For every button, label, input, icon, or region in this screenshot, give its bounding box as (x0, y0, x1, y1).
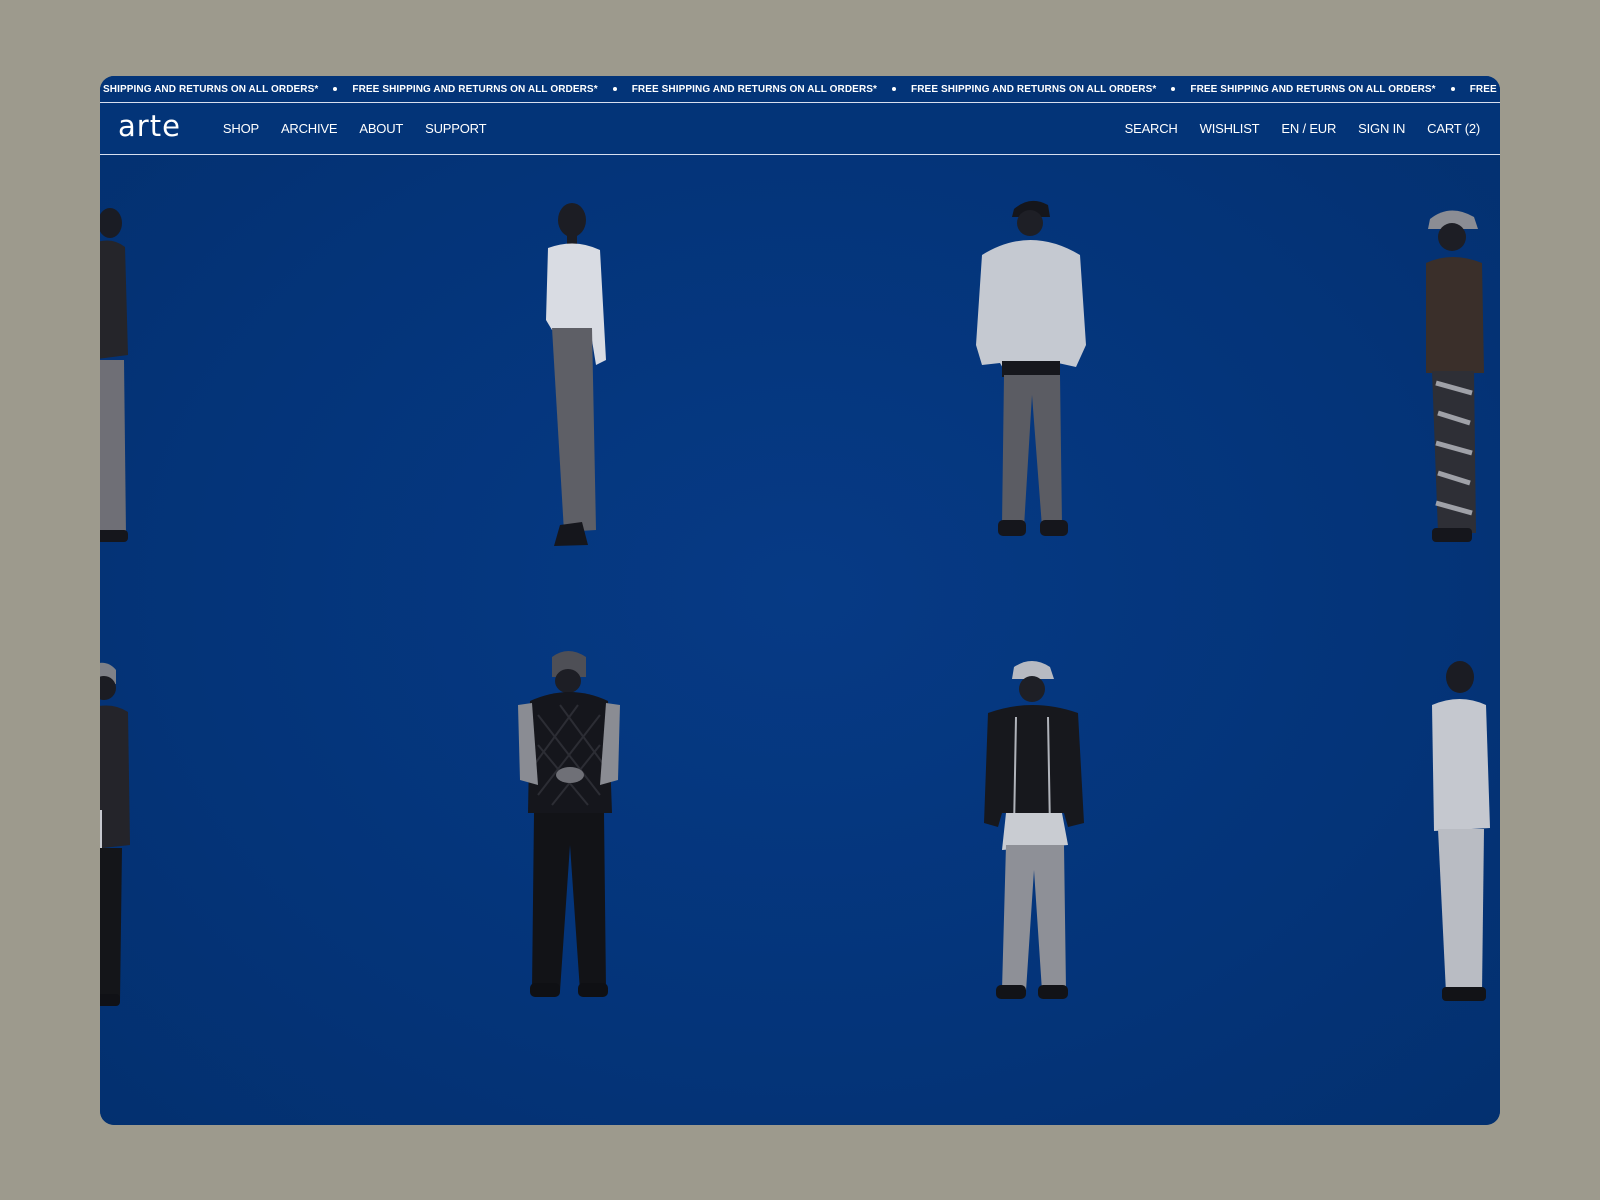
ticker-track: SHIPPING AND RETURNS ON ALL ORDERS* FREE… (103, 84, 1500, 95)
logo[interactable]: arte (118, 112, 181, 141)
nav-left-group: arte SHOP ARCHIVE ABOUT SUPPORT (118, 112, 508, 143)
ticker-item: SHIPPING AND RETURNS ON ALL ORDERS* (103, 83, 319, 95)
sign-in-link[interactable]: SIGN IN (1358, 121, 1405, 136)
model-figure-left-edge-bottom (100, 660, 150, 1020)
ticker-item: FREE SHIPPING AND RETURNS ON (1469, 83, 1500, 95)
nav-shop-link[interactable]: SHOP (223, 121, 259, 136)
ticker-separator (612, 87, 617, 91)
ticker-separator (1450, 87, 1455, 91)
model-figure-left-edge-top (100, 205, 150, 565)
cart-link[interactable]: CART (2) (1427, 121, 1480, 136)
ticker-separator (892, 87, 897, 91)
announcement-ticker: SHIPPING AND RETURNS ON ALL ORDERS* FREE… (100, 76, 1500, 103)
wishlist-link[interactable]: WISHLIST (1200, 121, 1260, 136)
model-figure-white-jacket (530, 200, 620, 565)
ticker-separator (1171, 87, 1176, 91)
ticker-item: FREE SHIPPING AND RETURNS ON ALL ORDERS* (911, 83, 1157, 95)
nav-archive-link[interactable]: ARCHIVE (281, 121, 338, 136)
ticker-item: FREE SHIPPING AND RETURNS ON ALL ORDERS* (631, 83, 878, 95)
ticker-separator (333, 87, 338, 91)
ticker-item: FREE SHIPPING AND RETURNS ON ALL ORDERS* (1190, 83, 1436, 95)
ticker-item: FREE SHIPPING AND RETURNS ON ALL ORDERS* (352, 83, 598, 95)
main-navigation: arte SHOP ARCHIVE ABOUT SUPPORT SEARCH W… (100, 103, 1500, 155)
model-figure-puffer-jacket (968, 195, 1098, 565)
model-figure-black-jacket (976, 655, 1094, 1025)
model-figure-right-edge-top (1422, 203, 1500, 558)
nav-about-link[interactable]: ABOUT (359, 121, 403, 136)
search-link[interactable]: SEARCH (1125, 121, 1178, 136)
hero-video-grid (100, 155, 1500, 1125)
language-currency-selector[interactable]: EN / EUR (1281, 121, 1336, 136)
model-figure-quilted-vest (508, 645, 638, 1020)
nav-right-group: SEARCH WISHLIST EN / EUR SIGN IN CART (2… (1103, 121, 1481, 136)
nav-support-link[interactable]: SUPPORT (425, 121, 486, 136)
browser-frame: SHIPPING AND RETURNS ON ALL ORDERS* FREE… (100, 76, 1500, 1125)
model-figure-right-edge-bottom (1420, 653, 1500, 1013)
